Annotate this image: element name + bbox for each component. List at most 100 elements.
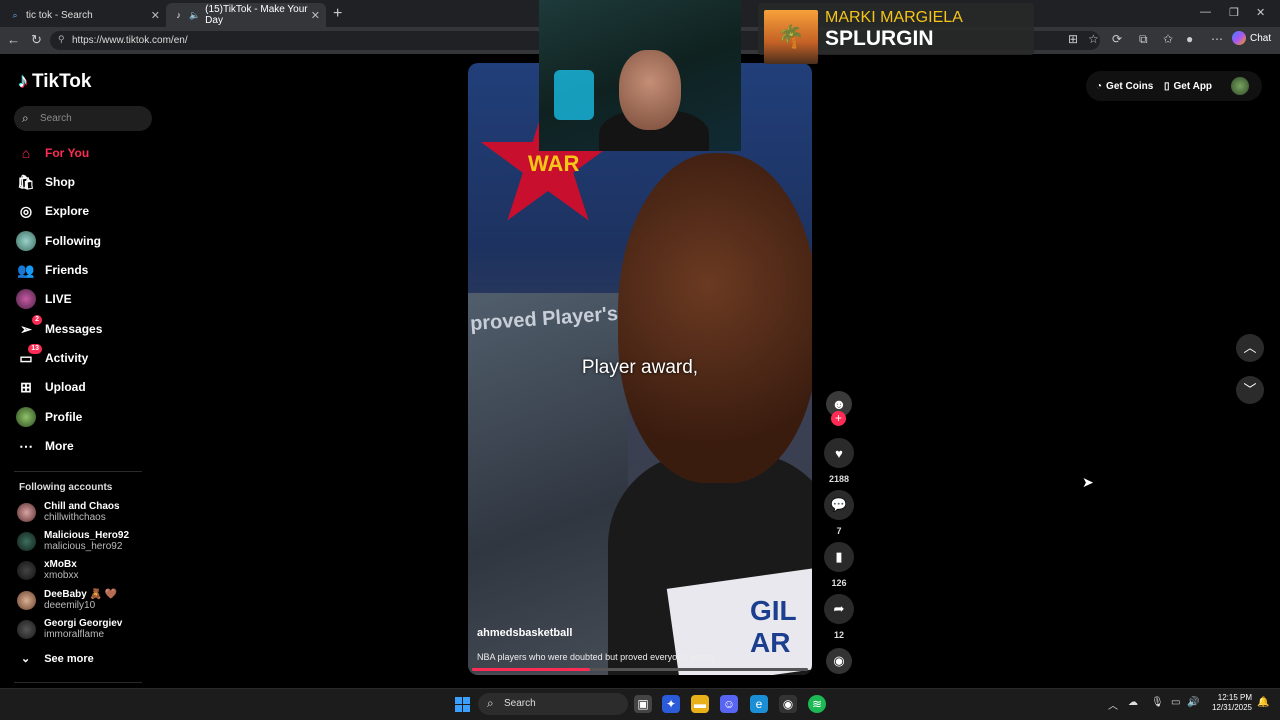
share-button[interactable]: ➦ [824,594,854,624]
favorites-icon[interactable]: ✩ [1163,32,1173,46]
video-player[interactable]: WAR proved Player's GIL AR Player award,… [468,63,812,675]
taskbar-clock[interactable]: 12:15 PM 12/31/2025 [1206,693,1252,713]
task-view-icon[interactable]: ▣ [634,695,652,713]
discord-icon[interactable]: ☺ [720,695,738,713]
file-explorer-icon[interactable]: ▬ [691,695,709,713]
search-input[interactable]: ⌕ Search [14,106,152,131]
sidebar-item-more[interactable]: ⋯ More [16,433,156,459]
comment-button[interactable]: 💬 [824,490,854,520]
tiktok-logo[interactable]: ♪ TikTok [18,70,91,93]
like-count: 2188 [828,474,850,484]
minimize-icon[interactable]: — [1200,6,1211,18]
close-window-icon[interactable]: ✕ [1256,6,1265,19]
network-icon[interactable]: ▭ [1171,697,1180,708]
video-face [618,153,812,483]
account-name: Chill and Chaos [44,501,120,512]
divider [14,682,142,683]
video-card-text: GIL AR [750,595,797,658]
account-item[interactable]: Chill and Chaos chillwithchaos [17,499,120,525]
more-icon[interactable]: ⋯ [1211,32,1223,46]
get-app-button[interactable]: ▯ Get App [1164,75,1212,97]
see-more-button[interactable]: ⌄ See more [21,652,94,666]
sidebar-item-label: Explore [45,204,90,218]
close-icon[interactable]: ✕ [151,9,160,22]
profile-icon[interactable]: ● [1186,32,1193,46]
spotify-icon[interactable]: ≋ [808,695,826,713]
follow-plus-icon[interactable]: + [831,411,846,426]
account-item[interactable]: Malicious_Hero92 malicious_hero92 [17,528,129,554]
sidebar-item-live[interactable]: LIVE [16,286,156,312]
sidebar-item-label: More [45,439,74,453]
apps-icon[interactable]: ⊞ [1068,32,1078,46]
sidebar-item-activity[interactable]: ▭ 13 Activity [16,344,156,371]
tiktok-note-icon: ♪ [18,70,28,92]
onedrive-icon[interactable]: ☁ [1128,697,1138,708]
maximize-icon[interactable]: ❐ [1229,6,1239,19]
volume-icon[interactable]: 🔊 [1187,697,1199,708]
sidebar-item-label: LIVE [45,292,72,306]
comment-icon: 💬 [830,497,848,512]
sidebar-item-for-you[interactable]: ⌂ For You [16,140,156,166]
account-name: DeeBaby 🧸 🤎 [44,589,118,600]
url-text: https://www.tiktok.com/en/ [72,35,188,46]
copilot-app-icon[interactable]: ✦ [662,695,680,713]
music-disc-icon[interactable]: ◉ [826,648,852,674]
tab-tiktok[interactable]: ♪ 🔈 (15)TikTok - Make Your Day ✕ [166,3,326,27]
get-coins-button[interactable]: ◔ Get Coins [1096,75,1153,97]
following-accounts-header: Following accounts [19,482,113,493]
sidebar-item-label: Activity [45,351,89,365]
account-item[interactable]: Georgi Georgiev immoralflame [17,616,122,642]
split-screen-icon[interactable]: ⧉ [1139,32,1148,47]
microphone-icon[interactable]: 🎙 [1151,697,1164,708]
previous-video-button[interactable]: ︿ [1236,334,1264,362]
webcam-overlay [539,0,741,151]
activity-badge: 13 [28,344,42,354]
site-info-icon[interactable]: ⚲ [58,34,65,45]
share-count: 12 [833,630,844,640]
new-tab-icon[interactable]: + [333,5,342,23]
taskbar-search[interactable]: ⌕ Search [478,693,628,715]
divider [14,471,142,472]
get-coins-label: Get Coins [1106,80,1154,92]
speaker-icon[interactable]: 🔈 [189,10,200,20]
close-icon[interactable]: ✕ [311,9,320,22]
account-item[interactable]: xMoBx xmobxx [17,557,78,583]
comment-count: 7 [836,526,842,536]
video-author[interactable]: ahmedsbasketball [477,627,572,639]
share-icon: ➦ [833,601,845,616]
sidebar-item-friends[interactable]: 👥 Friends [16,257,156,283]
favorite-star-icon[interactable]: ☆ [1088,32,1099,46]
avatar-icon: ☻ [831,396,847,412]
sidebar-item-profile[interactable]: Profile [16,404,156,430]
tab-search[interactable]: ⌕ tic tok - Search ✕ [2,3,166,27]
edge-icon[interactable]: e [750,695,768,713]
sidebar-item-messages[interactable]: ➢ 2 Messages [16,315,156,342]
back-icon[interactable]: ← [7,32,20,47]
avatar [17,560,36,580]
account-name: xMoBx [44,559,77,570]
clock-date: 12/31/2025 [1211,703,1252,712]
windows-start-icon[interactable] [455,697,470,712]
notification-icon[interactable]: 🔔 [1257,697,1269,708]
tray-overflow-icon[interactable]: ︿ [1108,697,1118,712]
video-progress-bar[interactable] [472,668,808,671]
save-count: 126 [831,578,847,588]
album-art: 🌴 [764,10,818,64]
next-video-button[interactable]: ﹀ [1236,376,1264,404]
save-button[interactable]: ▮ [824,542,854,572]
extensions-icon[interactable]: ⟳ [1112,32,1122,46]
copilot-chat-button[interactable]: Chat [1232,31,1271,45]
sidebar-item-upload[interactable]: ⊞ Upload [16,374,156,400]
account-name: Malicious_Hero92 [44,530,130,541]
like-button[interactable]: ♥ [824,438,854,468]
obs-icon[interactable]: ◉ [779,695,797,713]
sidebar-item-explore[interactable]: ◎ Explore [16,198,156,224]
taskbar-search-label: Search [504,698,536,709]
user-avatar[interactable] [1231,77,1249,95]
sidebar-item-following[interactable]: Following [16,228,156,254]
sidebar-item-shop[interactable]: 🛍 Shop [16,169,156,195]
account-item[interactable]: DeeBaby 🧸 🤎 deeemily10 [17,587,117,613]
sidebar-item-label: Following [45,234,101,248]
search-icon: ⌕ [12,10,18,20]
refresh-icon[interactable]: ↻ [31,32,42,48]
